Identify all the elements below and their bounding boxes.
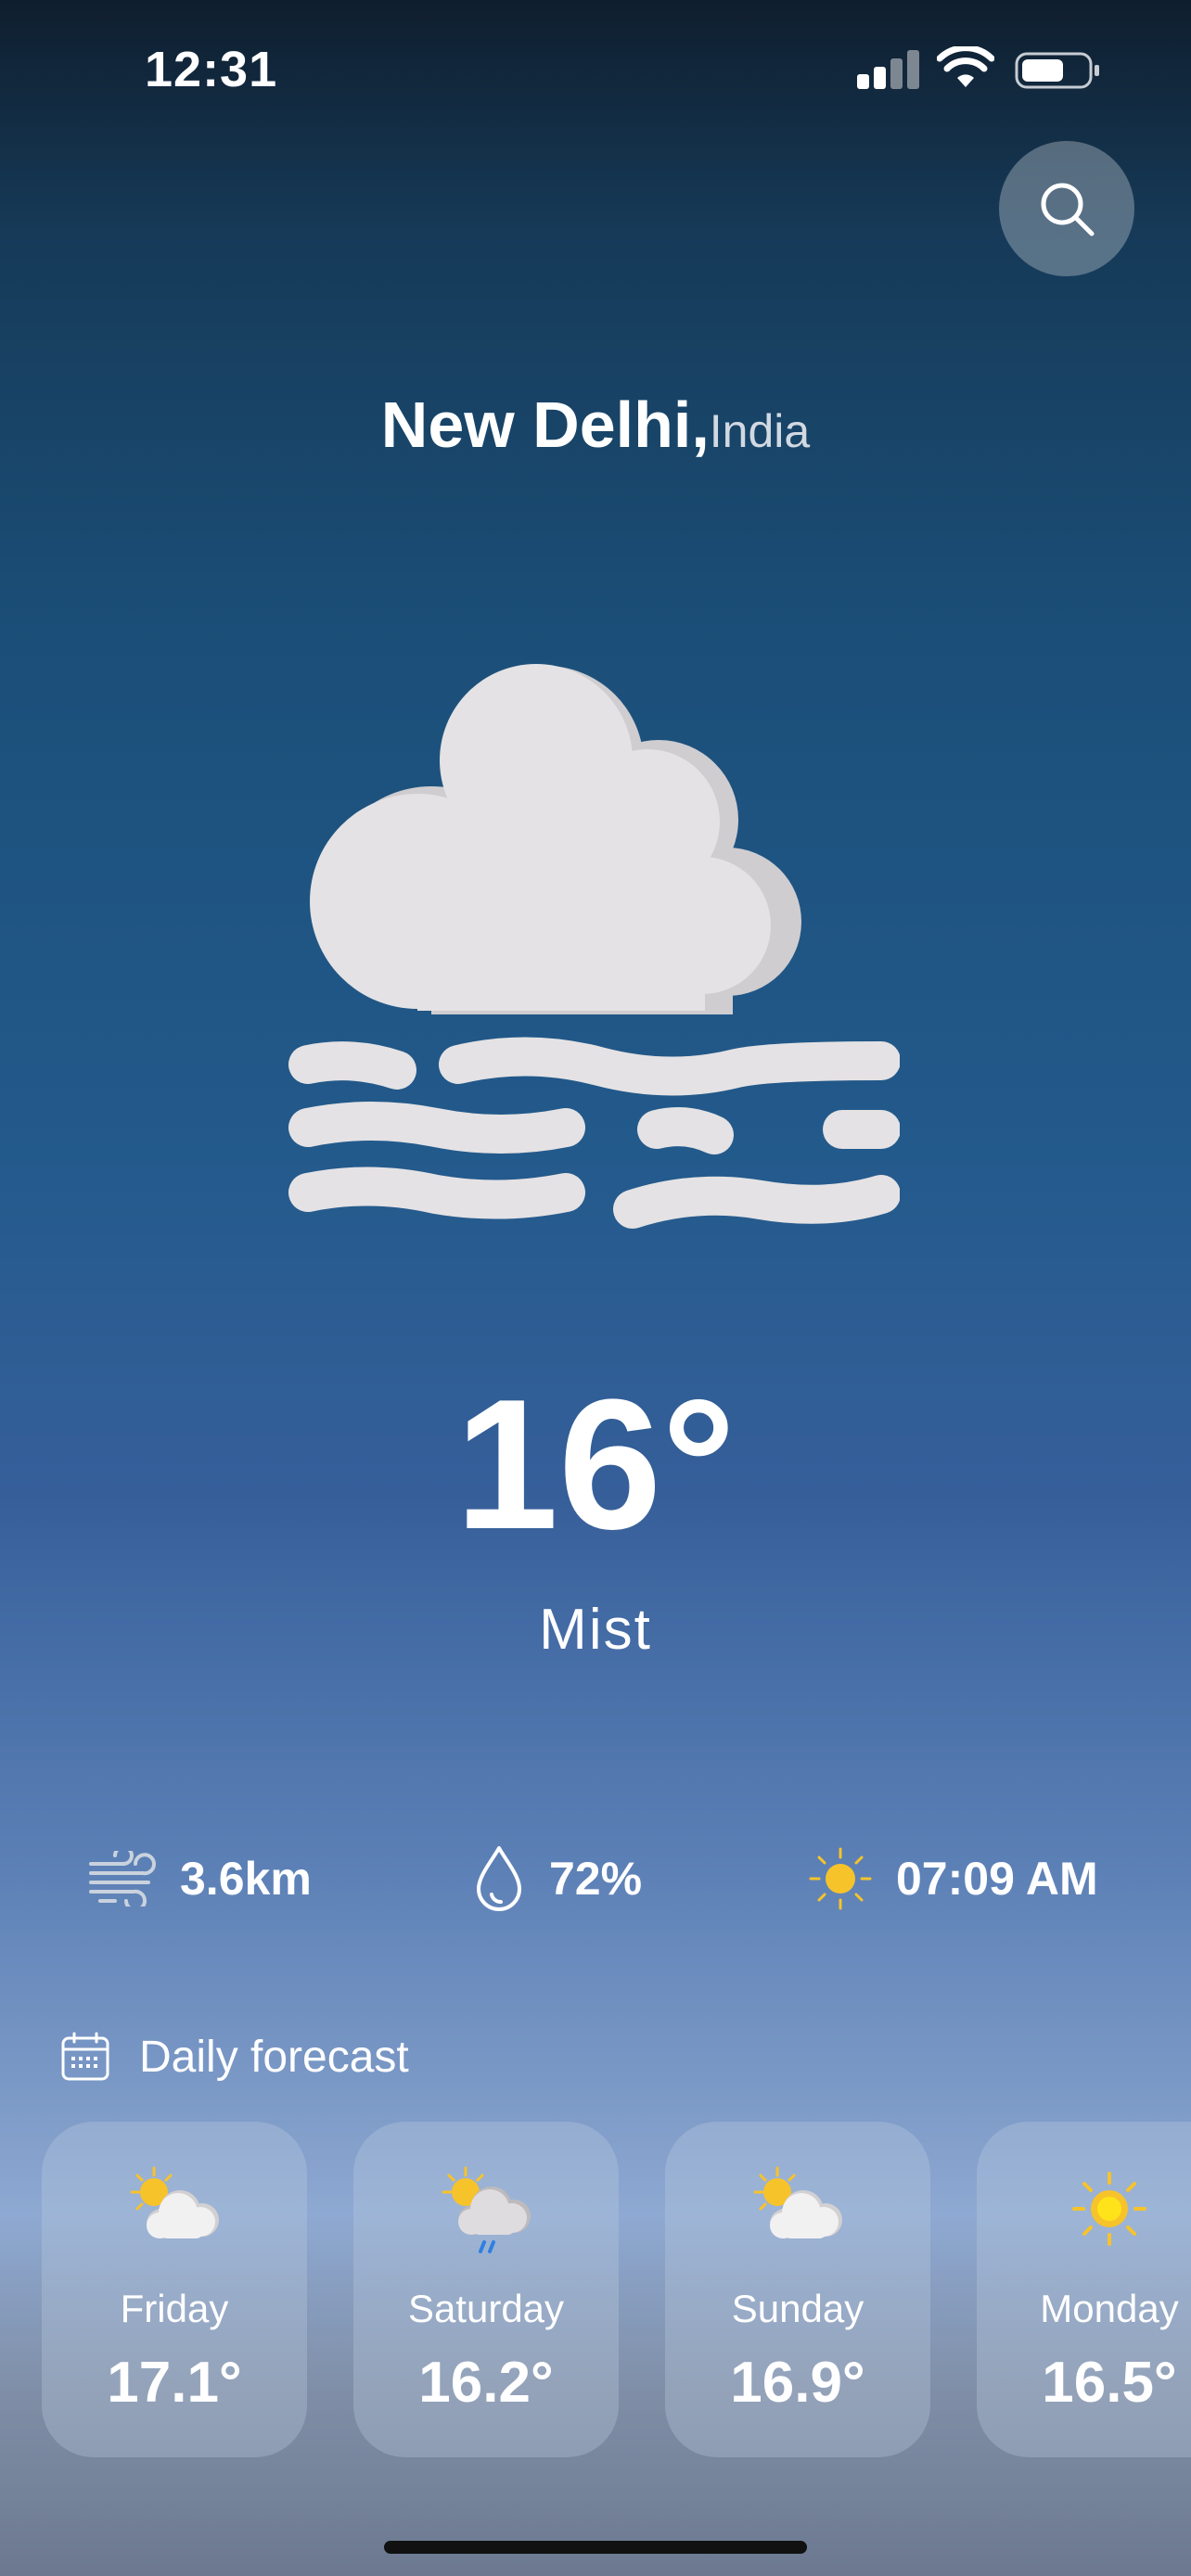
calendar-icon <box>61 2032 109 2081</box>
partly-cloudy-icon <box>753 2166 842 2238</box>
forecast-day: Sunday <box>731 2287 864 2330</box>
sun-icon <box>809 1847 872 1910</box>
weather-screen: 12:31 New Delhi,India 16° Mist 3.6km 72%… <box>0 0 1191 2576</box>
daily-forecast-header: Daily forecast <box>59 2029 409 2085</box>
mist-icon <box>288 664 900 1229</box>
wifi-icon <box>937 46 994 87</box>
location-label: New Delhi,India <box>0 388 1191 462</box>
country-name: India <box>709 405 811 457</box>
search-button[interactable] <box>999 141 1134 276</box>
partly-cloudy-rain-icon <box>442 2166 531 2253</box>
daily-forecast-label: Daily forecast <box>139 2032 409 2082</box>
sunrise-time: 07:09 AM <box>896 1853 1098 1905</box>
forecast-card-monday[interactable]: Monday 16.5° <box>977 2122 1191 2457</box>
forecast-card-saturday[interactable]: Saturday 16.2° <box>353 2122 619 2457</box>
sunrise-stat: 07:09 AM <box>807 1845 1098 1912</box>
current-temperature: 16° <box>455 1361 736 1568</box>
humidity-stat: 72% <box>471 1845 642 1912</box>
forecast-card-sunday[interactable]: Sunday 16.9° <box>665 2122 930 2457</box>
humidity-icon <box>477 1846 521 1911</box>
forecast-temp: 17.1° <box>107 2351 242 2415</box>
home-indicator[interactable] <box>384 2541 807 2554</box>
sun-icon <box>1072 2172 1146 2246</box>
forecast-card-friday[interactable]: Friday 17.1° <box>42 2122 307 2457</box>
forecast-day: Friday <box>120 2287 229 2330</box>
forecast-day: Saturday <box>407 2287 565 2330</box>
humidity-value: 72% <box>549 1853 643 1905</box>
battery-icon <box>1015 52 1099 89</box>
weather-condition: Mist <box>539 1598 652 1662</box>
forecast-day: Monday <box>1040 2287 1179 2330</box>
forecast-temp: 16.9° <box>730 2351 865 2415</box>
search-icon <box>1041 183 1095 236</box>
cellular-signal-icon <box>855 46 920 89</box>
wind-icon <box>89 1851 156 1906</box>
wind-value: 3.6km <box>180 1853 312 1905</box>
wind-stat: 3.6km <box>87 1845 312 1912</box>
forecast-temp: 16.2° <box>418 2351 554 2415</box>
partly-cloudy-icon <box>130 2166 219 2238</box>
city-name: New Delhi, <box>380 389 710 461</box>
forecast-temp: 16.5° <box>1042 2351 1177 2415</box>
status-time: 12:31 <box>145 42 278 97</box>
